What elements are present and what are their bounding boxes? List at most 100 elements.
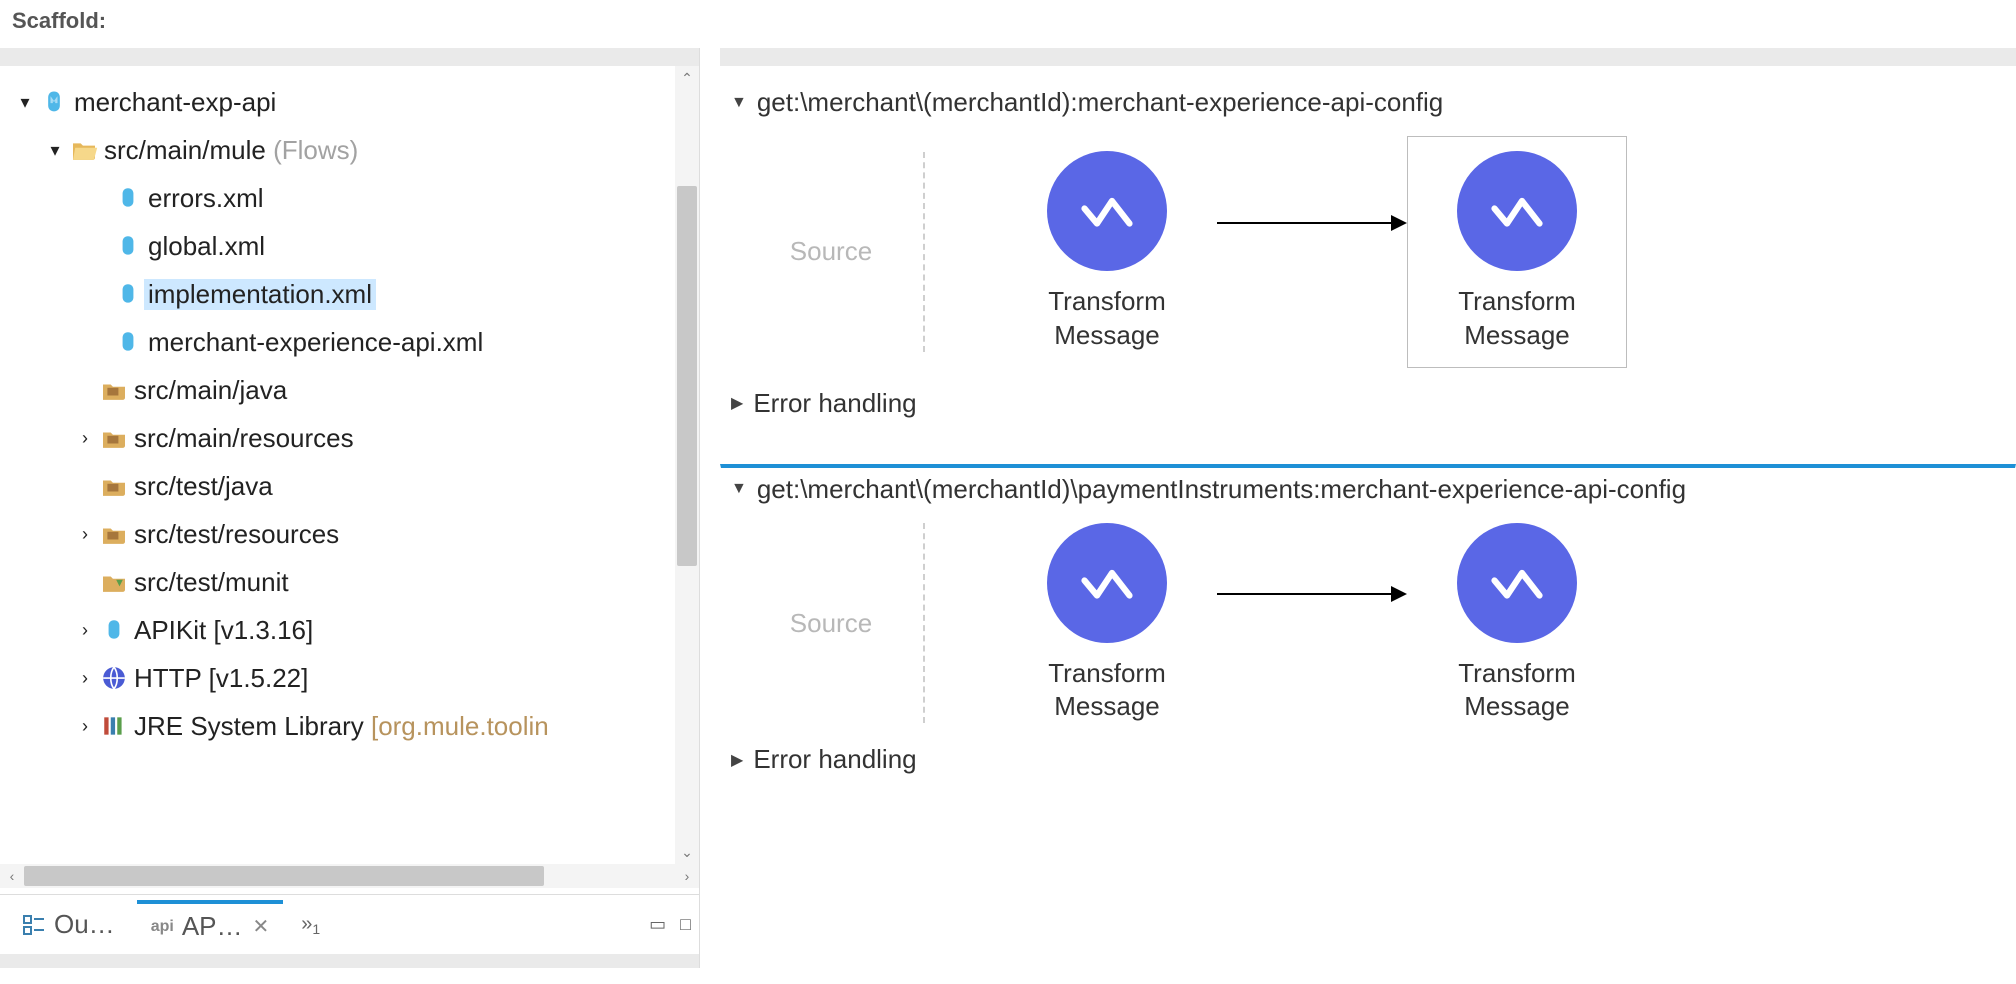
tree-label: HTTP [v1.5.22] [130, 663, 308, 694]
tree-folder-test-munit[interactable]: src/test/munit [12, 558, 675, 606]
tree-file-global[interactable]: global.xml [12, 222, 675, 270]
tab-label: AP… [182, 911, 243, 942]
tree-label: src/test/java [130, 471, 273, 502]
canvas-panel: ▼ get:\merchant\(merchantId):merchant-ex… [700, 48, 2016, 968]
flow-title-text: get:\merchant\(merchantId):merchant-expe… [757, 87, 1443, 118]
folder-open-icon [68, 139, 100, 161]
flow-error-section[interactable]: ▶ Error handling [721, 382, 2015, 429]
tree-folder-test-java[interactable]: src/test/java [12, 462, 675, 510]
explorer-toolbar [0, 48, 699, 66]
tab-label: Ou… [54, 909, 115, 940]
error-handling-label: Error handling [753, 388, 916, 419]
tree-folder-test-resources[interactable]: › src/test/resources [12, 510, 675, 558]
tree-label: src/main/mule (Flows) [100, 135, 358, 166]
tree-label: src/test/resources [130, 519, 339, 550]
tree-lib-apikit[interactable]: › APIKit [v1.3.16] [12, 606, 675, 654]
transform-message-node[interactable]: Transform Message [1407, 523, 1627, 725]
chevron-right-icon[interactable]: › [72, 524, 98, 545]
flow-source-placeholder[interactable]: Source [751, 200, 911, 303]
tree-lib-jre[interactable]: › JRE System Library [org.mule.toolin [12, 702, 675, 750]
tree-label: JRE System Library [org.mule.toolin [130, 711, 549, 742]
transform-icon [1457, 523, 1577, 643]
disclosure-right-icon[interactable]: ▶ [731, 393, 743, 413]
chevron-right-icon[interactable]: › [72, 668, 98, 689]
minimize-icon[interactable]: ▭ [649, 914, 666, 935]
transform-message-node[interactable]: Transform Message [997, 151, 1217, 353]
scrollbar-thumb[interactable] [24, 866, 544, 886]
tree-file-errors[interactable]: errors.xml [12, 174, 675, 222]
transform-icon [1047, 523, 1167, 643]
package-folder-icon [98, 427, 130, 449]
tree-file-merchant-api[interactable]: merchant-experience-api.xml [12, 318, 675, 366]
folder-munit-icon [98, 571, 130, 593]
mule-file-icon [112, 329, 144, 355]
tab-outline[interactable]: Ou… [8, 900, 129, 950]
view-tabs: Ou… api AP… ✕ »1 ▭ □ [0, 894, 699, 954]
package-folder-icon [98, 523, 130, 545]
scroll-up-icon[interactable]: ⌃ [675, 66, 699, 90]
mule-file-icon [112, 233, 144, 259]
horizontal-scrollbar[interactable]: ‹ › [0, 864, 699, 888]
tree-label: src/main/resources [130, 423, 354, 454]
transform-message-node[interactable]: Transform Message [997, 523, 1217, 725]
tree-flows-folder[interactable]: ▾ src/main/mule (Flows) [12, 126, 675, 174]
flow-get-payment-instruments[interactable]: ▼ get:\merchant\(merchantId)\paymentInst… [720, 464, 2016, 787]
node-label: Transform Message [997, 657, 1217, 725]
flows-container: ▼ get:\merchant\(merchantId):merchant-ex… [720, 66, 2016, 968]
disclosure-down-icon[interactable]: ▼ [731, 480, 747, 498]
flow-error-section[interactable]: ▶ Error handling [721, 738, 2015, 785]
tree-label: errors.xml [144, 183, 264, 214]
chevron-down-icon[interactable]: ▾ [12, 92, 38, 113]
chevron-down-icon[interactable]: ▾ [42, 140, 68, 161]
tabs-overflow[interactable]: »1 [301, 913, 320, 937]
flow-source-placeholder[interactable]: Source [751, 572, 911, 675]
scroll-left-icon[interactable]: ‹ [0, 864, 24, 888]
flow-header[interactable]: ▼ get:\merchant\(merchantId):merchant-ex… [721, 81, 2015, 128]
tree-folder-main-java[interactable]: src/main/java [12, 366, 675, 414]
maximize-icon[interactable]: □ [680, 914, 691, 935]
tree-file-implementation[interactable]: implementation.xml [12, 270, 675, 318]
error-handling-label: Error handling [753, 744, 916, 775]
tree-project-root[interactable]: ▾ merchant-exp-api [12, 78, 675, 126]
flow-get-merchant[interactable]: ▼ get:\merchant\(merchantId):merchant-ex… [720, 80, 2016, 430]
flow-arrow [1217, 222, 1407, 226]
tree-label: src/test/munit [130, 567, 289, 598]
mule-file-icon [112, 185, 144, 211]
tree-label: merchant-experience-api.xml [144, 327, 483, 358]
mule-file-icon [112, 281, 144, 307]
disclosure-right-icon[interactable]: ▶ [731, 750, 743, 770]
tree-lib-http[interactable]: › HTTP [v1.5.22] [12, 654, 675, 702]
canvas-toolbar [720, 48, 2016, 66]
page-heading: Scaffold: [0, 0, 2016, 48]
scroll-right-icon[interactable]: › [675, 864, 699, 888]
library-icon [98, 713, 130, 739]
disclosure-down-icon[interactable]: ▼ [731, 94, 747, 112]
chevron-right-icon[interactable]: › [72, 620, 98, 641]
tree-label: global.xml [144, 231, 265, 262]
chevron-right-icon[interactable]: › [72, 428, 98, 449]
node-label: Transform Message [1418, 285, 1616, 353]
transform-icon [1457, 151, 1577, 271]
package-folder-icon [98, 475, 130, 497]
tab-api[interactable]: api AP… ✕ [137, 900, 284, 950]
transform-message-node-selected[interactable]: Transform Message [1407, 136, 1627, 368]
scrollbar-thumb[interactable] [677, 186, 697, 566]
http-lib-icon [98, 665, 130, 691]
tree-label: merchant-exp-api [70, 87, 276, 118]
close-icon[interactable]: ✕ [253, 914, 270, 939]
scroll-down-icon[interactable]: ⌄ [675, 840, 699, 864]
project-tree[interactable]: ▾ merchant-exp-api ▾ src/main/mule (Flow… [0, 66, 675, 864]
tree-label: implementation.xml [144, 279, 376, 310]
source-divider [923, 152, 925, 352]
flow-title-text: get:\merchant\(merchantId)\paymentInstru… [757, 474, 1686, 505]
transform-icon [1047, 151, 1167, 271]
tree-folder-main-resources[interactable]: › src/main/resources [12, 414, 675, 462]
project-explorer-panel: ▾ merchant-exp-api ▾ src/main/mule (Flow… [0, 48, 700, 968]
source-divider [923, 523, 925, 723]
outline-icon [22, 913, 46, 937]
node-label: Transform Message [1407, 657, 1627, 725]
flow-header[interactable]: ▼ get:\merchant\(merchantId)\paymentInst… [721, 468, 2015, 515]
vertical-scrollbar[interactable]: ⌃ ⌄ [675, 66, 699, 864]
chevron-right-icon[interactable]: › [72, 716, 98, 737]
api-icon: api [151, 918, 174, 936]
